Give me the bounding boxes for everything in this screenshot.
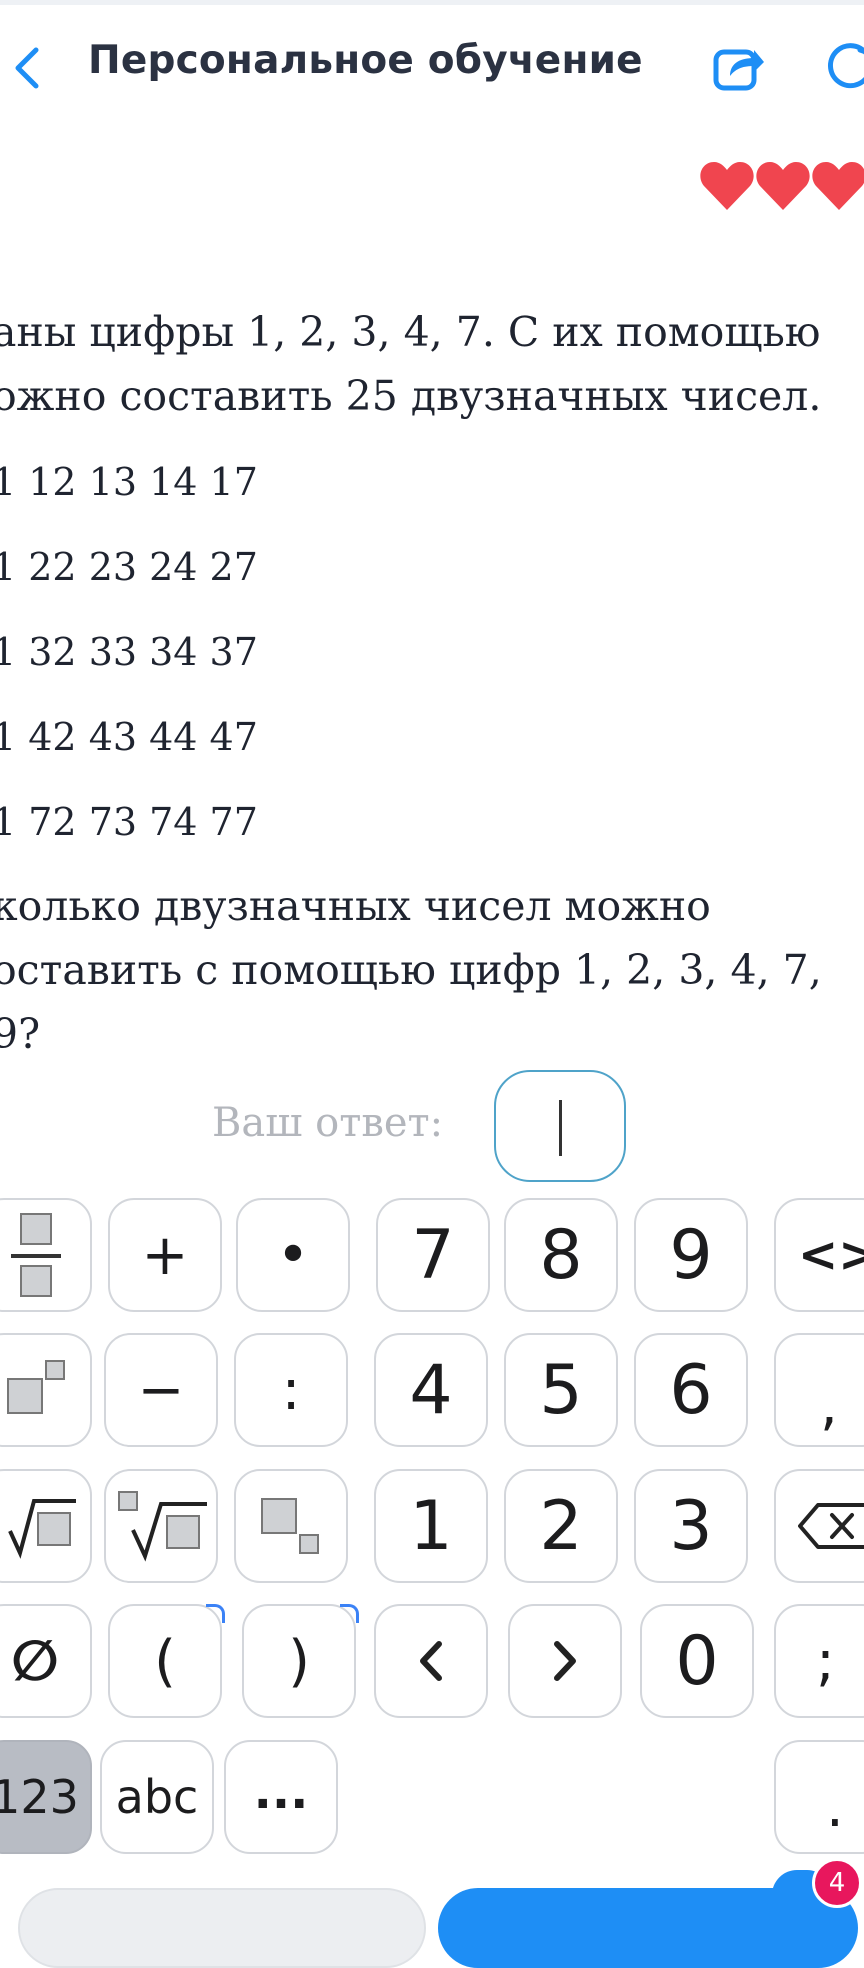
close-paren-key[interactable]: ) xyxy=(242,1604,356,1718)
chevron-left-icon xyxy=(420,1641,442,1681)
notification-badge: 4 xyxy=(812,1858,862,1908)
empty-set-key[interactable]: ∅ xyxy=(0,1604,92,1718)
cursor-right-key[interactable] xyxy=(508,1604,622,1718)
question-line: колько двузначных чисел можно xyxy=(0,882,711,930)
comma-key[interactable]: , xyxy=(774,1333,864,1447)
subscript-key[interactable] xyxy=(234,1469,348,1583)
chevron-right-icon xyxy=(554,1641,576,1681)
lives-indicator xyxy=(700,160,864,220)
number-row: 1 32 33 34 37 xyxy=(0,630,258,674)
share-icon[interactable] xyxy=(712,40,766,94)
cursor-left-key[interactable] xyxy=(374,1604,488,1718)
key-5[interactable]: 5 xyxy=(504,1333,618,1447)
refresh-icon[interactable] xyxy=(820,40,864,94)
divide-key[interactable]: : xyxy=(234,1333,348,1447)
task-question: колько двузначных чисел можно оставить с… xyxy=(0,874,864,1066)
sqrt-icon xyxy=(8,1499,76,1559)
answer-input[interactable] xyxy=(494,1070,626,1182)
backspace-key[interactable] xyxy=(774,1469,864,1583)
minus-key[interactable]: − xyxy=(104,1333,218,1447)
backspace-icon xyxy=(798,1503,864,1549)
task-intro-line: ожно составить 25 двузначных чисел. xyxy=(0,372,822,420)
letters-layout-key[interactable]: abc xyxy=(100,1740,214,1854)
key-3[interactable]: 3 xyxy=(634,1469,748,1583)
number-row: 1 42 43 44 47 xyxy=(0,715,258,759)
plus-key[interactable]: + xyxy=(108,1198,222,1312)
text-caret xyxy=(559,1100,562,1156)
task-intro: аны цифры 1, 2, 3, 4, 7. С их помощью ож… xyxy=(0,300,821,428)
fraction-key[interactable] xyxy=(0,1198,92,1312)
period-key[interactable]: . xyxy=(774,1740,864,1854)
key-4[interactable]: 4 xyxy=(374,1333,488,1447)
subscript-icon xyxy=(261,1498,319,1554)
dot-key[interactable]: • xyxy=(236,1198,350,1312)
number-row: 1 72 73 74 77 xyxy=(0,800,258,844)
focus-accent xyxy=(340,1604,359,1623)
key-2[interactable]: 2 xyxy=(504,1469,618,1583)
key-7[interactable]: 7 xyxy=(376,1198,490,1312)
focus-accent xyxy=(206,1604,225,1623)
more-symbols-key[interactable]: ... xyxy=(224,1740,338,1854)
number-row: 1 12 13 14 17 xyxy=(0,460,258,504)
key-6[interactable]: 6 xyxy=(634,1333,748,1447)
power-key[interactable] xyxy=(0,1333,92,1447)
sqrt-key[interactable] xyxy=(0,1469,92,1583)
secondary-action-button[interactable] xyxy=(18,1888,426,1968)
question-line: оставить с помощью цифр 1, 2, 3, 4, 7, 9… xyxy=(0,946,822,1058)
key-8[interactable]: 8 xyxy=(504,1198,618,1312)
heart-icon xyxy=(812,162,864,210)
power-icon xyxy=(7,1360,65,1414)
key-9[interactable]: 9 xyxy=(634,1198,748,1312)
answer-label: Ваш ответ: xyxy=(212,1100,444,1146)
page-title: Персональное обучение xyxy=(88,38,643,83)
heart-icon xyxy=(700,162,754,210)
task-intro-line: аны цифры 1, 2, 3, 4, 7. С их помощью xyxy=(0,308,821,356)
cursor-keys-toggle[interactable]: <> xyxy=(774,1198,864,1312)
open-paren-key[interactable]: ( xyxy=(108,1604,222,1718)
nth-root-key[interactable] xyxy=(104,1469,218,1583)
key-1[interactable]: 1 xyxy=(374,1469,488,1583)
numeric-layout-key[interactable]: 123 xyxy=(0,1740,92,1854)
chevron-left-icon[interactable] xyxy=(8,44,48,92)
nth-root-icon xyxy=(118,1491,207,1562)
fraction-icon xyxy=(11,1213,61,1297)
number-row: 1 22 23 24 27 xyxy=(0,545,258,589)
key-0[interactable]: 0 xyxy=(640,1604,754,1718)
status-strip xyxy=(0,0,864,5)
heart-icon xyxy=(756,162,810,210)
semicolon-key[interactable]: ; xyxy=(774,1604,864,1718)
